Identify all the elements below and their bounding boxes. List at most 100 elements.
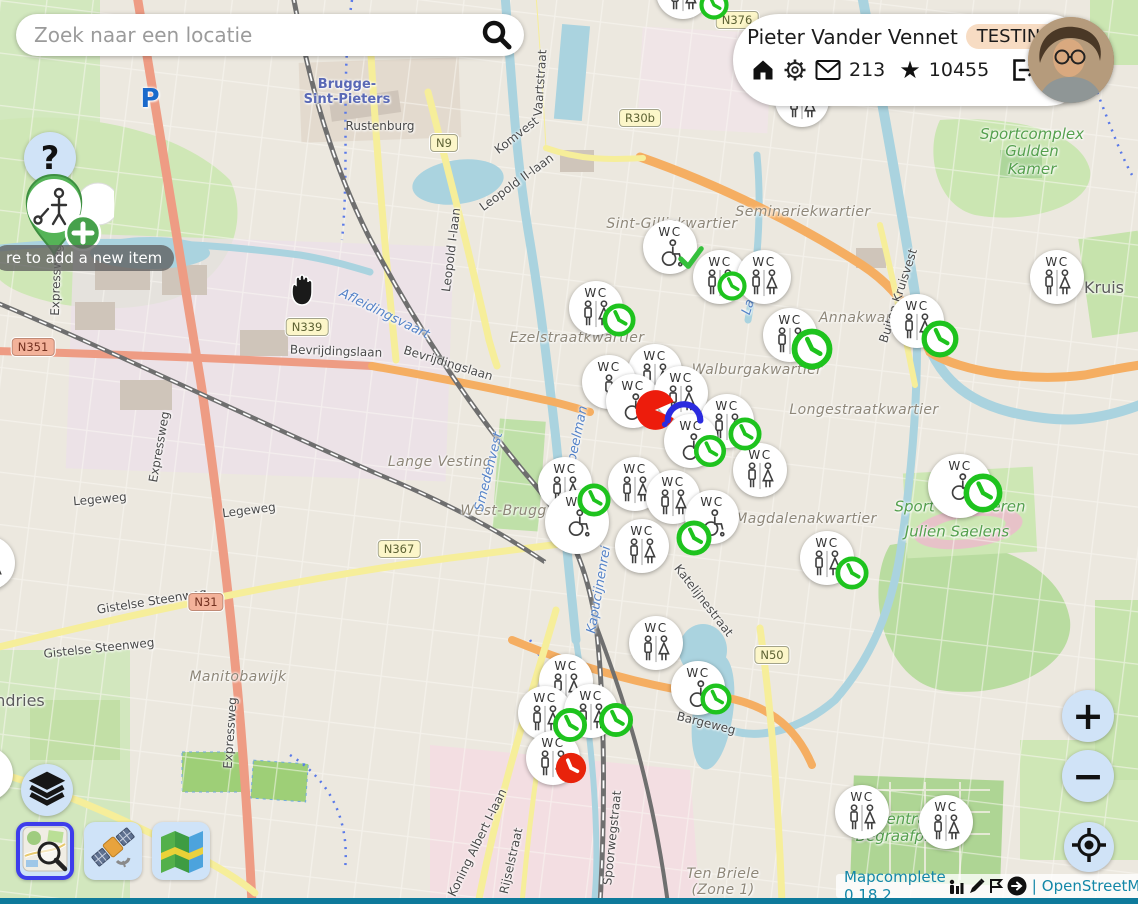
messages-icon[interactable] xyxy=(815,59,841,81)
wc-marker-label: WC xyxy=(850,790,873,804)
male-female-icon xyxy=(703,269,737,301)
wc-marker[interactable]: WC xyxy=(569,281,623,335)
wc-marker[interactable]: WC xyxy=(890,294,944,348)
crosshair-icon xyxy=(1071,827,1107,867)
star-icon: ★ xyxy=(899,56,921,84)
wc-marker-label: WC xyxy=(661,475,684,489)
mapcomplete-app: Brugge- Sint-PietersRustenburgSportcompl… xyxy=(0,0,1138,904)
wc-marker-label: WC xyxy=(815,536,838,550)
wc-marker[interactable]: WC xyxy=(654,366,708,420)
male-female-icon xyxy=(773,327,807,359)
background-style-switcher xyxy=(16,822,210,880)
style-osm-carto-button[interactable] xyxy=(16,822,74,880)
male-female-icon xyxy=(625,538,659,570)
zoom-in-button[interactable]: + xyxy=(1062,690,1114,742)
male-female-icon xyxy=(845,804,879,836)
wc-marker[interactable]: WC xyxy=(835,785,889,839)
wc-marker-label: WC xyxy=(708,255,731,269)
wc-marker[interactable]: WC xyxy=(671,661,725,715)
wc-marker[interactable]: WC xyxy=(763,308,817,362)
style-satellite-button[interactable] xyxy=(84,822,142,880)
search-icon[interactable] xyxy=(480,18,514,52)
wc-marker[interactable]: WC xyxy=(606,374,660,428)
wc-marker-label: WC xyxy=(948,459,971,473)
male-female-icon xyxy=(810,550,844,582)
male-female-icon xyxy=(536,750,570,782)
wheelchair-icon xyxy=(655,239,685,271)
layers-button[interactable] xyxy=(21,764,73,816)
osm-link[interactable]: OpenStreetMap xyxy=(1042,877,1138,895)
wc-marker[interactable]: WC xyxy=(664,414,718,468)
wheelchair-icon xyxy=(676,433,706,465)
wc-marker[interactable]: WC xyxy=(737,250,791,304)
wc-marker[interactable]: WC xyxy=(615,519,669,573)
pencil-icon[interactable] xyxy=(969,878,985,894)
wc-marker[interactable]: WC xyxy=(526,731,580,785)
wc-marker-label: WC xyxy=(1045,255,1068,269)
flag-icon[interactable] xyxy=(988,878,1004,894)
geolocate-button[interactable] xyxy=(1064,822,1114,872)
wc-marker-label: WC xyxy=(934,800,957,814)
wc-marker[interactable]: WC xyxy=(643,220,697,274)
bottom-accent-bar xyxy=(0,898,1138,904)
wheelchair-icon xyxy=(562,509,592,541)
male-female-icon xyxy=(747,269,781,301)
wc-marker-label: WC xyxy=(669,371,692,385)
wc-marker[interactable]: WC xyxy=(629,616,683,670)
male-female-icon xyxy=(900,313,934,345)
wheelchair-icon xyxy=(683,680,713,712)
male-female-icon xyxy=(664,385,698,417)
wc-marker[interactable]: WC xyxy=(545,490,609,554)
male-female-icon xyxy=(639,635,673,667)
wc-marker[interactable]: WC xyxy=(685,490,739,544)
wc-marker-label: WC xyxy=(752,255,775,269)
zoom-out-button[interactable]: − xyxy=(1062,750,1114,802)
attribution-toggle-icon[interactable] xyxy=(1007,876,1027,896)
wc-marker-label: WC xyxy=(715,399,738,413)
map-magnifier-icon xyxy=(22,826,68,876)
wc-marker-label: WC xyxy=(533,691,556,705)
wc-marker-label: WC xyxy=(597,360,620,374)
add-item-tooltip: re to add a new item xyxy=(0,245,174,271)
search-input[interactable] xyxy=(34,23,480,47)
wc-marker-label: WC xyxy=(553,462,576,476)
male-female-icon xyxy=(579,300,613,332)
wc-marker[interactable]: WC xyxy=(928,454,992,518)
attribution-separator: | xyxy=(1032,877,1037,895)
attribution-bar: Mapcomplete 0.18.2 | OpenStreetMap xyxy=(836,874,1138,898)
wc-marker[interactable]: WC xyxy=(733,443,787,497)
folded-map-icon xyxy=(157,825,205,877)
wc-marker-label: WC xyxy=(778,313,801,327)
hand-cursor-icon xyxy=(283,270,319,312)
zoom-in-label: + xyxy=(1072,694,1104,738)
wc-marker-label: WC xyxy=(700,495,723,509)
wc-marker-label: WC xyxy=(541,736,564,750)
home-icon[interactable] xyxy=(751,58,775,82)
location-search-bar xyxy=(16,14,524,56)
wc-marker[interactable]: WC xyxy=(800,531,854,585)
zoom-out-label: − xyxy=(1072,754,1104,798)
layers-icon xyxy=(27,769,67,811)
wc-marker-label: WC xyxy=(630,524,653,538)
wc-marker[interactable]: WC xyxy=(1030,250,1084,304)
male-female-icon xyxy=(0,766,3,798)
wc-marker[interactable]: WC xyxy=(919,795,973,849)
changesets-count: 10455 xyxy=(929,59,989,81)
avatar[interactable] xyxy=(1028,17,1114,103)
wc-marker[interactable]: WC xyxy=(564,684,618,738)
wc-marker-label: WC xyxy=(686,666,709,680)
male-female-icon xyxy=(743,462,777,494)
male-female-icon xyxy=(0,555,5,587)
satellite-icon xyxy=(89,825,137,877)
statistics-icon[interactable] xyxy=(949,879,966,894)
wc-marker-label: WC xyxy=(905,299,928,313)
wc-marker-label: WC xyxy=(748,448,771,462)
gear-icon[interactable] xyxy=(783,58,807,82)
wc-marker-label: WC xyxy=(621,379,644,393)
wc-marker-label: WC xyxy=(679,419,702,433)
male-female-icon xyxy=(1040,269,1074,301)
male-female-icon xyxy=(929,814,963,846)
wc-marker-label: WC xyxy=(565,495,588,509)
style-map-button[interactable] xyxy=(152,822,210,880)
male-female-icon xyxy=(666,0,700,16)
